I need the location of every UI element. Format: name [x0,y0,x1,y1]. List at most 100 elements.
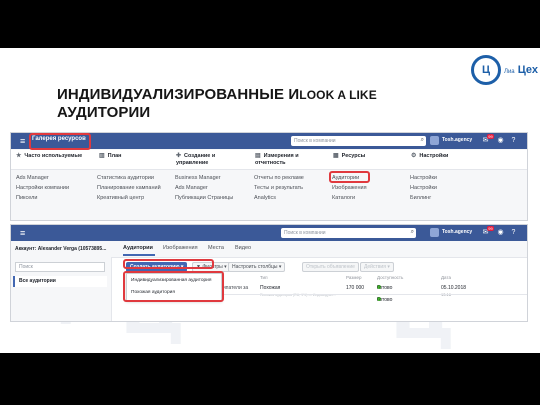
category-row: ★ Часто используемые ▥ План ✚ Создание и уп… [11,150,527,170]
title-line2: АУДИТОРИИ [57,104,151,121]
search-placeholder: Поиск в компании [284,230,326,236]
share-ad-label: Открыть объявление [306,264,355,270]
logo-prefix: Лиа [504,69,515,75]
grid-icon: ▦ [333,153,339,159]
sidebar-item-all-audiences[interactable]: Все аудитории [13,276,107,287]
menu-link[interactable]: Настройки [410,173,490,183]
actions-label: Действия [364,264,386,270]
search-placeholder: Поиск в компании [294,138,336,144]
category-create[interactable]: ✚ Создание и управление [176,153,246,167]
menu-link[interactable]: Настройки компании [16,183,96,193]
columns-button[interactable]: Настроить столбцы ▾ [228,262,286,272]
audiences-page-screenshot: ≡ Поиск в компании ⌕ Tosh.agency ✉ 99 ◉ … [10,224,528,322]
tab-places[interactable]: Места [208,245,224,251]
category-label: Ресурсы [341,153,366,159]
highlight-gallery [29,133,91,150]
search-input[interactable]: Поиск в компании ⌕ [291,136,426,146]
actions-button[interactable]: Действия ▾ [360,262,394,272]
plus-icon: ✚ [176,153,182,159]
category-label: Часто используемые [24,153,83,159]
active-tab-underline [123,254,155,256]
category-plan[interactable]: ▥ План [99,153,122,160]
row-date: 05.10.2018 [441,285,467,291]
links-column-1: Ads Manager Настройки компании Пиксели [16,173,96,203]
links-column-2: Статистика аудитории Планирование кампан… [97,173,177,203]
menu-link[interactable]: Биллинг [410,193,490,203]
menu-link[interactable]: Каталоги [332,193,412,203]
star-icon: ★ [16,153,22,159]
logo-word: Цех [517,64,538,76]
column-header-type: Тип [260,275,268,280]
title-part2: LOOK A LIKE [299,88,377,102]
help-icon[interactable]: ? [509,228,518,237]
share-ad-button[interactable]: Открыть объявление [302,262,359,272]
category-settings[interactable]: ⚙ Настройки [411,153,448,160]
links-column-4: Отчеты по рекламе Тесты и результать Ana… [254,173,334,203]
column-header-size: Размер [346,275,362,280]
account-name[interactable]: Tosh.agency [442,229,472,235]
company-logo: Ц Лиа Цех [471,55,538,89]
avatar[interactable] [430,136,439,145]
table-header: Тип Размер Доступность Дата [222,275,527,283]
avatar[interactable] [430,228,439,237]
category-label: Создание и управление [176,153,216,166]
account-name[interactable]: Tosh.agency [442,137,472,143]
hamburger-icon[interactable]: ≡ [20,228,30,238]
logo-mark: Ц [471,55,501,85]
highlight-audiences [329,171,370,183]
notifications-icon[interactable]: ◉ [496,136,505,145]
row-divider [222,294,527,295]
menu-link[interactable]: Ads Manager [175,183,255,193]
columns-label: Настроить столбцы [232,264,278,270]
slide: Ц Ц Ц Ц Ц Лиа Цех ИНДИВИДУАЛИЗИРОВАННЫЕ … [0,48,540,353]
left-sidebar: Аккаунт: Alexander Verga (10573895... По… [11,241,109,321]
category-label: План [107,153,122,159]
menu-link[interactable]: Тесты и результать [254,183,334,193]
row-status-label: Готово [377,297,393,303]
notification-badge: 99 [487,134,494,139]
category-assets[interactable]: ▦ Ресурсы [333,153,365,160]
row-size: 170 000 [346,285,365,291]
bar-chart-icon: ▥ [99,153,105,159]
menu-link[interactable]: Планирование кампаний [97,183,177,193]
tab-audiences[interactable]: Аудитории [123,245,153,251]
sidebar-search-input[interactable]: Поиск [15,262,105,272]
chevron-down-icon: ▾ [387,264,390,270]
menu-link[interactable]: Отчеты по рекламе [254,173,334,183]
slide-title: ИНДИВИДУАЛИЗИРОВАННЫЕ ИLOOK A LIKE АУДИТ… [57,86,457,122]
menu-link[interactable]: Пиксели [16,193,96,203]
row-status-label: Готово [377,285,393,291]
menu-link[interactable]: Креативный центр [97,193,177,203]
tab-video[interactable]: Видео [235,245,251,251]
menu-link[interactable]: Публикации Страницы [175,193,255,203]
category-measure[interactable]: ▤ Измерения и отчетность [255,153,325,167]
category-label: Настройки [419,153,449,159]
table-row[interactable]: Готово [222,297,527,307]
highlight-dropdown [123,271,224,302]
highlight-create-audience [123,259,214,269]
menu-link[interactable]: Ads Manager [16,173,96,183]
menu-link[interactable]: Изображения [332,183,412,193]
row-type: Похожая [260,285,281,291]
tab-bar: Аудитории Изображения Места Видео [111,241,527,256]
account-selector[interactable]: Аккаунт: Alexander Verga (10573895... [15,246,106,252]
help-icon[interactable]: ? [509,136,518,145]
category-label: Измерения и отчетность [255,153,299,166]
links-column-6: Настройки Настройки Биллинг [410,173,490,203]
logo-text: Лиа Цех [504,64,538,76]
menu-link[interactable]: Analytics [254,193,334,203]
row-name: ипатели за [223,285,249,291]
menu-link[interactable]: Статистика аудитории [97,173,177,183]
category-frequent[interactable]: ★ Часто используемые [16,153,82,160]
notifications-icon[interactable]: ◉ [496,228,505,237]
tab-images[interactable]: Изображения [163,245,198,251]
menu-link[interactable]: Настройки [410,183,490,193]
sidebar-search-placeholder: Поиск [19,264,33,270]
chart-icon: ▤ [255,153,261,159]
title-part1: ИНДИВИДУАЛИЗИРОВАННЫЕ И [57,86,300,103]
column-header-date: Дата [441,275,451,280]
menu-link[interactable]: Business Manager [175,173,255,183]
chevron-down-icon: ▾ [224,264,227,270]
links-column-3: Business Manager Ads Manager Публикации … [175,173,255,203]
search-input[interactable]: Поиск в компании ⌕ [281,228,416,238]
